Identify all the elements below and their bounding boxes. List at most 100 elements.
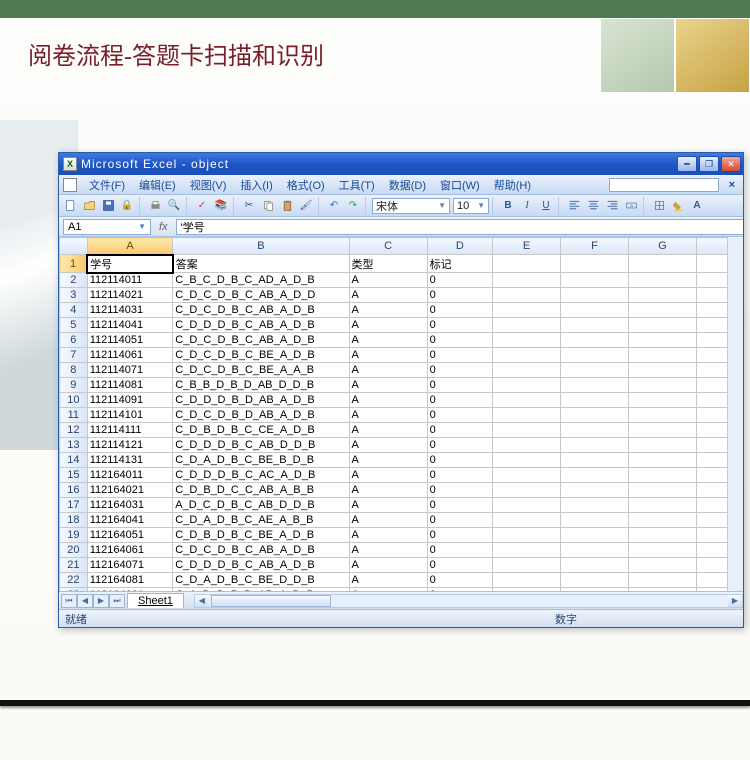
cell[interactable]: 0 <box>427 288 492 303</box>
horizontal-scrollbar[interactable]: ◀ ▶ <box>194 594 743 608</box>
row-header[interactable]: 20 <box>60 543 88 558</box>
cell[interactable] <box>561 378 629 393</box>
cell[interactable]: 112114071 <box>87 363 173 378</box>
cell[interactable] <box>628 453 696 468</box>
align-left-button[interactable] <box>565 197 583 215</box>
cell[interactable]: C_D_C_D_B_C_AB_A_D_B <box>173 333 349 348</box>
cell[interactable]: 112114011 <box>87 273 173 288</box>
cell[interactable]: A <box>349 423 427 438</box>
cell[interactable]: A <box>349 483 427 498</box>
row-header[interactable]: 4 <box>60 303 88 318</box>
cell[interactable] <box>561 528 629 543</box>
cell[interactable] <box>561 408 629 423</box>
align-right-button[interactable] <box>603 197 621 215</box>
cell[interactable]: 0 <box>427 483 492 498</box>
cell[interactable]: C_D_D_D_B_C_AB_D_D_B <box>173 438 349 453</box>
cell[interactable]: 112164041 <box>87 513 173 528</box>
cell[interactable]: A <box>349 513 427 528</box>
cell[interactable]: A <box>349 588 427 592</box>
cell[interactable] <box>493 483 561 498</box>
row-header[interactable]: 8 <box>60 363 88 378</box>
italic-button[interactable]: I <box>518 197 536 215</box>
cell[interactable]: C_D_D_D_B_D_AB_A_D_B <box>173 393 349 408</box>
cell[interactable]: 0 <box>427 438 492 453</box>
menu-window[interactable]: 窗口(W) <box>434 176 486 194</box>
cell[interactable]: A <box>349 468 427 483</box>
col-header[interactable]: G <box>628 238 696 255</box>
col-header[interactable]: F <box>561 238 629 255</box>
cell[interactable]: A_D_C_D_B_C_AB_D_D_B <box>173 498 349 513</box>
cell[interactable]: C_D_D_D_B_C_AB_A_D_B <box>173 558 349 573</box>
cell[interactable]: 112114081 <box>87 378 173 393</box>
formula-input[interactable]: '学号 <box>176 219 743 235</box>
permission-button[interactable]: 🔒 <box>118 197 136 215</box>
vertical-scrollbar[interactable] <box>727 237 743 591</box>
cell[interactable] <box>493 378 561 393</box>
cell[interactable] <box>628 333 696 348</box>
cell[interactable] <box>493 453 561 468</box>
sheet-tab[interactable]: Sheet1 <box>127 593 184 608</box>
close-button[interactable]: ✕ <box>721 156 741 172</box>
cell[interactable] <box>561 348 629 363</box>
cell[interactable]: 0 <box>427 348 492 363</box>
doc-icon[interactable] <box>63 178 77 192</box>
cell[interactable] <box>493 573 561 588</box>
name-box[interactable]: A1▼ <box>63 219 151 235</box>
cell[interactable] <box>628 573 696 588</box>
cell[interactable] <box>628 378 696 393</box>
cell[interactable]: A <box>349 408 427 423</box>
row-header[interactable]: 5 <box>60 318 88 333</box>
menu-edit[interactable]: 编辑(E) <box>133 176 182 194</box>
cell[interactable]: 0 <box>427 273 492 288</box>
minimize-button[interactable]: ━ <box>677 156 697 172</box>
cell[interactable]: C_D_C_D_B_D_AB_A_D_B <box>173 408 349 423</box>
scroll-thumb[interactable] <box>211 595 331 607</box>
cell[interactable]: A <box>349 363 427 378</box>
maximize-button[interactable]: ❐ <box>699 156 719 172</box>
cell[interactable]: 112164011 <box>87 468 173 483</box>
cell[interactable]: C_D_D_D_B_C_AB_A_D_B <box>173 318 349 333</box>
cell[interactable] <box>628 348 696 363</box>
print-button[interactable] <box>146 197 164 215</box>
cell[interactable]: 0 <box>427 333 492 348</box>
col-header[interactable]: C <box>349 238 427 255</box>
menu-data[interactable]: 数据(D) <box>383 176 432 194</box>
cell[interactable] <box>561 513 629 528</box>
cell[interactable] <box>493 288 561 303</box>
cell[interactable]: 112164031 <box>87 498 173 513</box>
cell[interactable] <box>561 423 629 438</box>
cell[interactable]: 0 <box>427 408 492 423</box>
row-header[interactable]: 3 <box>60 288 88 303</box>
col-header[interactable]: A <box>87 238 173 255</box>
cell[interactable] <box>561 318 629 333</box>
cell[interactable] <box>628 558 696 573</box>
cell[interactable] <box>628 543 696 558</box>
cell[interactable]: A <box>349 498 427 513</box>
cell[interactable]: C_D_C_D_B_C_AB_A_D_D <box>173 288 349 303</box>
cell[interactable]: 112114051 <box>87 333 173 348</box>
cell[interactable] <box>493 498 561 513</box>
cell[interactable] <box>628 273 696 288</box>
spreadsheet-grid[interactable]: A B C D E F G H I 1学号答案类型标记2112114011C_B… <box>59 237 743 591</box>
cell[interactable] <box>561 558 629 573</box>
cell[interactable]: 0 <box>427 543 492 558</box>
cell[interactable]: 0 <box>427 423 492 438</box>
cell[interactable]: 112164091 <box>87 588 173 592</box>
row-header[interactable]: 22 <box>60 573 88 588</box>
row-header[interactable]: 6 <box>60 333 88 348</box>
cell[interactable]: A <box>349 438 427 453</box>
align-center-button[interactable] <box>584 197 602 215</box>
row-header[interactable]: 21 <box>60 558 88 573</box>
cell[interactable]: C_D_B_D_B_C_BE_A_D_B <box>173 528 349 543</box>
cell[interactable] <box>628 513 696 528</box>
preview-button[interactable]: 🔍 <box>165 197 183 215</box>
cell[interactable] <box>628 288 696 303</box>
cell[interactable]: A <box>349 558 427 573</box>
cell[interactable] <box>628 528 696 543</box>
cell[interactable] <box>561 438 629 453</box>
menu-insert[interactable]: 插入(I) <box>234 176 278 194</box>
cell[interactable]: A <box>349 528 427 543</box>
cell[interactable]: 标记 <box>427 255 492 273</box>
cell[interactable]: C_D_B_D_B_C_CE_A_D_B <box>173 423 349 438</box>
cell[interactable]: 0 <box>427 498 492 513</box>
